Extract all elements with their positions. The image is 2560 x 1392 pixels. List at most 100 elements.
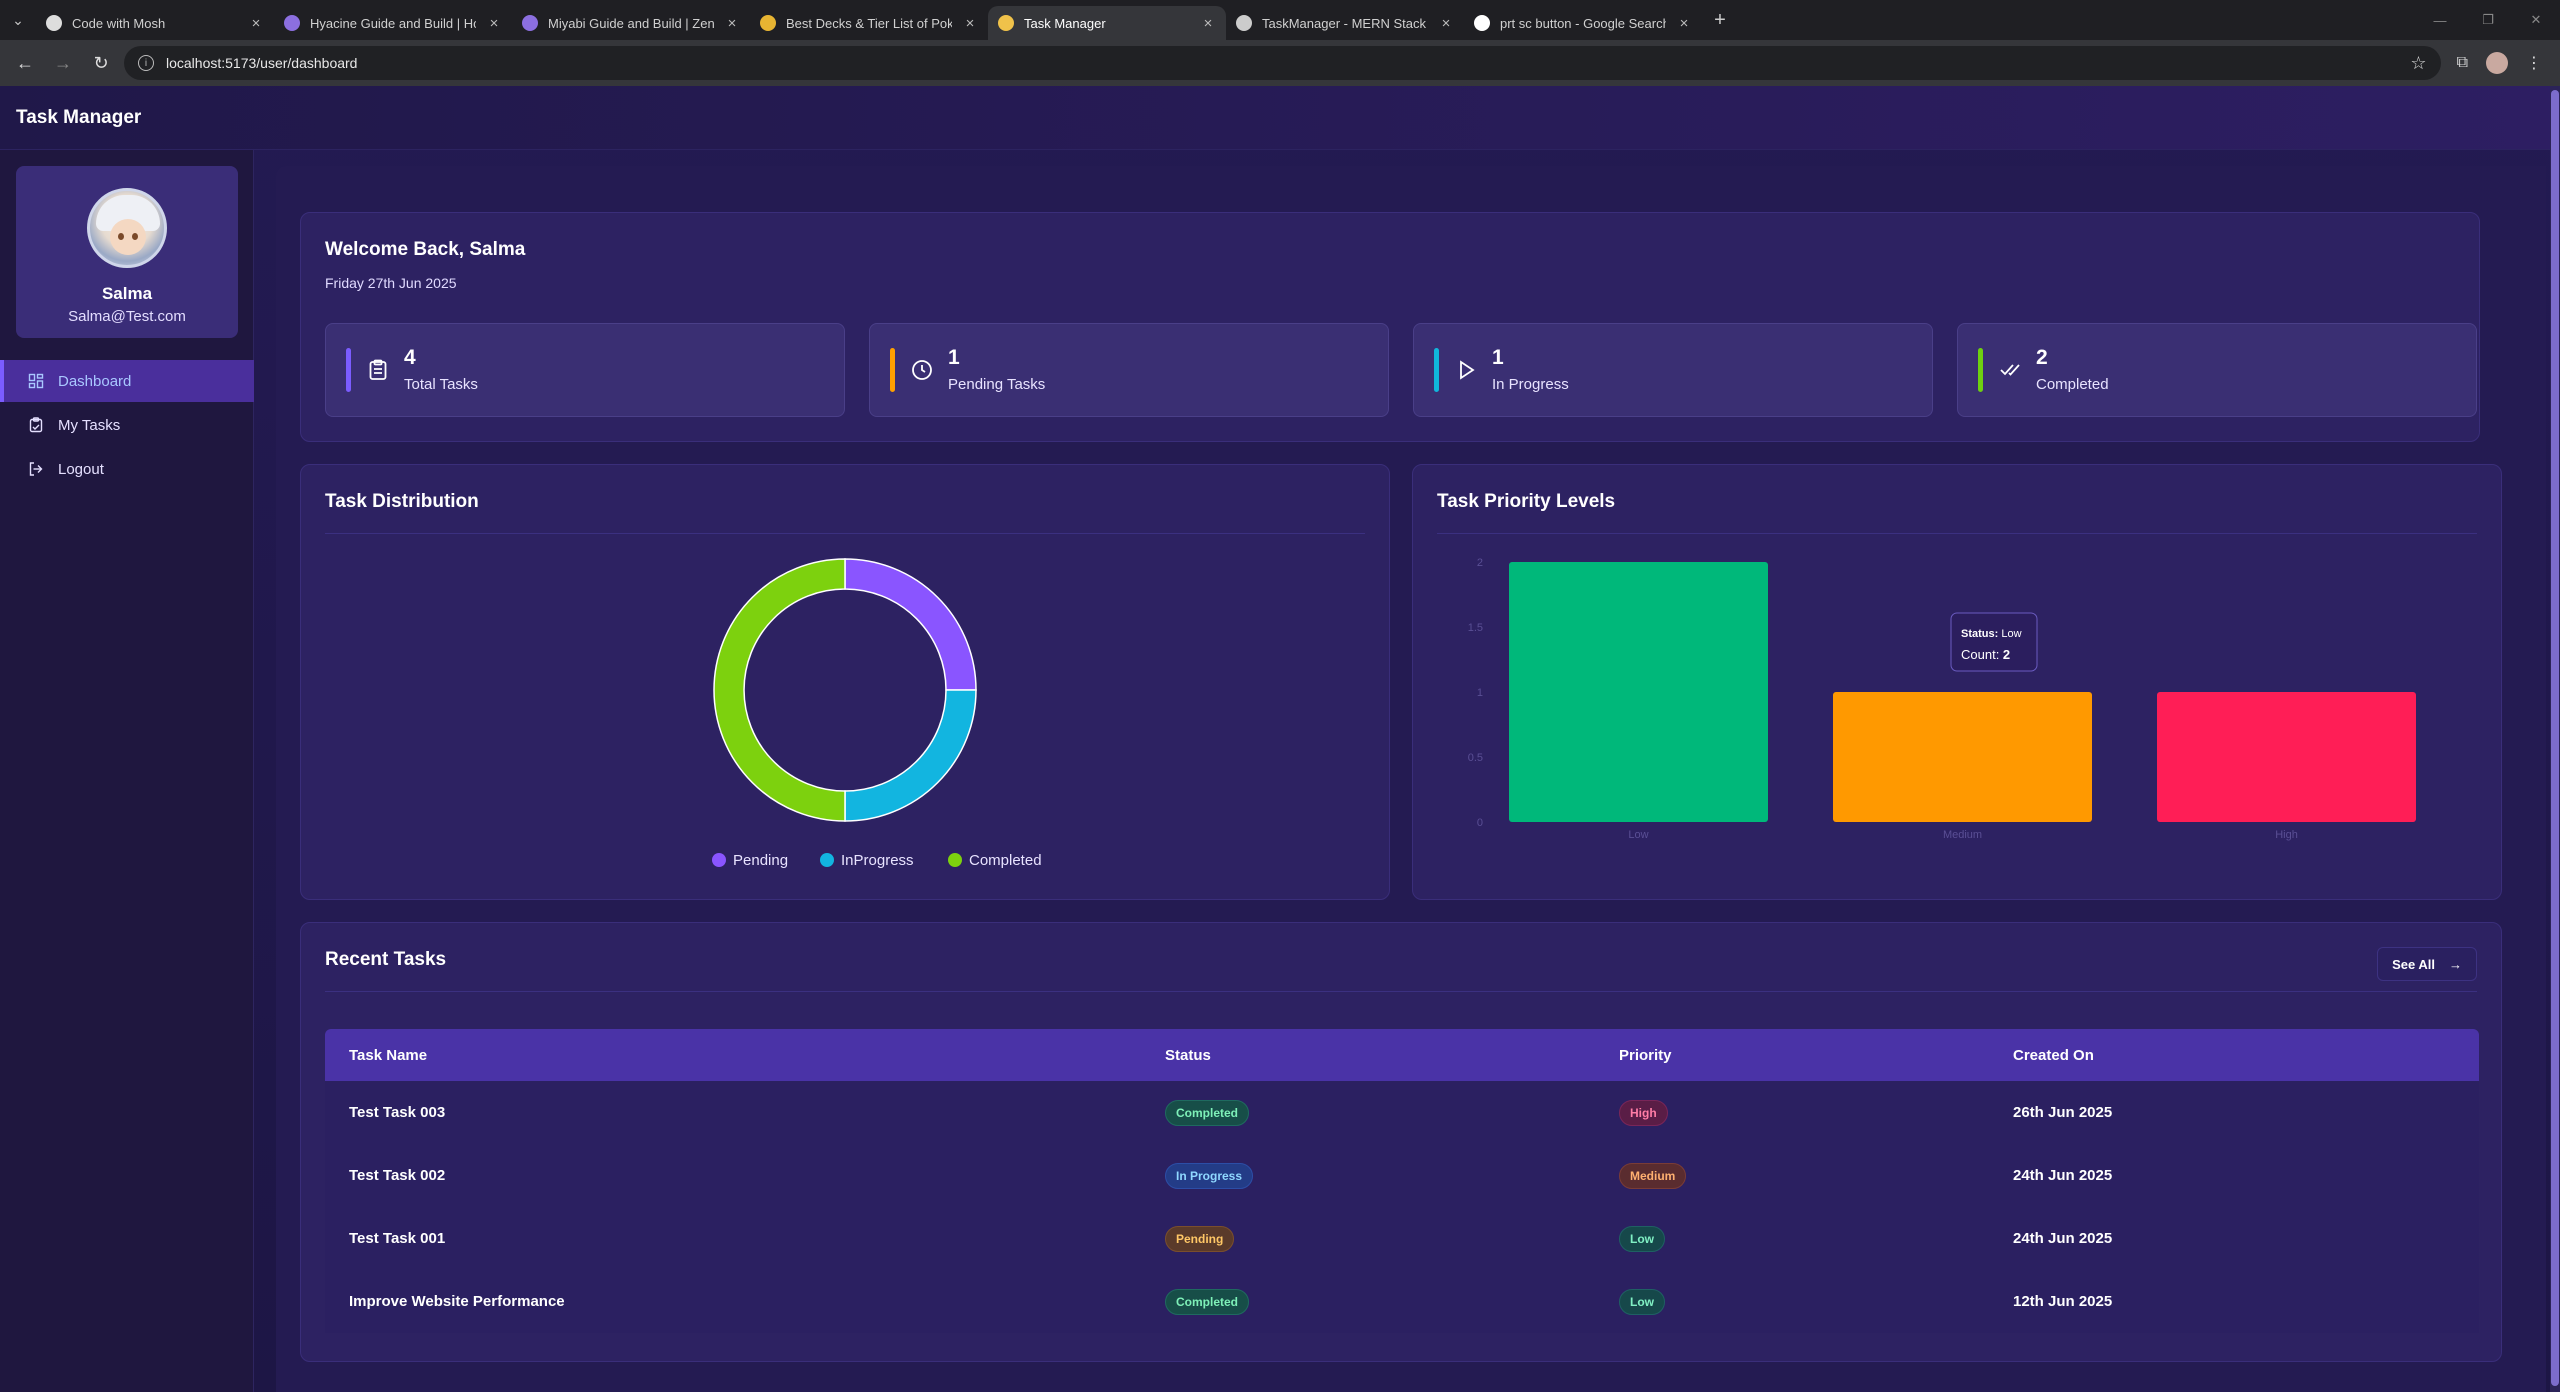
favicon-icon [46,15,62,31]
new-tab-button[interactable]: + [1702,9,1738,32]
side-nav: Dashboard My Tasks Logout [0,360,254,492]
tab-search-icon[interactable]: ⌄ [0,0,36,40]
site-info-icon[interactable]: i [138,55,154,71]
tab-label: prt sc button - Google Search [1500,15,1666,31]
y-tick-label: 2 [1477,557,1483,569]
stat-accent-bar [1434,348,1439,392]
tab-close-icon[interactable]: × [1676,15,1692,32]
sidebar-item-my-tasks[interactable]: My Tasks [0,404,254,446]
bookmark-star-icon[interactable]: ☆ [2410,53,2426,74]
avatar [87,188,167,268]
browser-tab[interactable]: Best Decks & Tier List of Pokém × [750,6,988,40]
close-window-icon[interactable]: ✕ [2512,0,2560,40]
created-date: 12th Jun 2025 [2013,1293,2113,1310]
back-icon[interactable]: ← [10,48,40,78]
sidebar-item-dashboard[interactable]: Dashboard [0,360,254,402]
browser-tab[interactable]: Code with Mosh × [36,6,274,40]
table-row[interactable]: Test Task 003 Completed High 26th Jun 20… [325,1081,2479,1144]
stat-value: 1 [1492,346,1504,369]
tooltip-count: Count: 2 [1961,647,2010,662]
stat-value: 2 [2036,346,2048,369]
divider [325,991,2477,992]
see-all-button[interactable]: See All → [2377,947,2477,981]
tab-label: Task Manager [1024,15,1106,31]
column-header-created-on: Created On [2013,1046,2094,1064]
task-distribution-card: Task Distribution Pending InProgress Compl… [300,464,1390,900]
table-row[interactable]: Test Task 002 In Progress Medium 24th Ju… [325,1144,2479,1207]
created-date: 24th Jun 2025 [2013,1167,2113,1184]
favicon-icon [1236,15,1252,31]
browser-tab[interactable]: prt sc button - Google Search × [1464,6,1702,40]
sidebar: Salma Salma@Test.com Dashboard My Tasks … [0,150,254,1392]
created-date: 24th Jun 2025 [2013,1230,2113,1247]
tab-close-icon[interactable]: × [486,15,502,32]
recent-tasks-card: Recent Tasks See All → Task Name Status … [300,922,2502,1362]
legend-label: Completed [969,852,1042,869]
address-bar[interactable]: i localhost:5173/user/dashboard ☆ [124,46,2441,80]
sidebar-item-label: Dashboard [58,372,132,390]
scrollbar-thumb[interactable] [2551,90,2559,1386]
tab-close-icon[interactable]: × [962,15,978,32]
browser-menu-icon[interactable]: ⋮ [2526,53,2542,73]
profile-name: Salma [101,284,153,303]
sidebar-item-label: My Tasks [58,416,121,434]
column-header-status: Status [1165,1046,1211,1064]
stat-accent-bar [890,348,895,392]
legend-swatch [948,853,962,867]
stat-value: 4 [404,346,416,369]
status-badge: Pending [1165,1225,1235,1252]
column-header-task-name: Task Name [349,1046,428,1064]
app-header: Task Manager [0,86,2560,150]
legend-swatch [712,853,726,867]
tab-close-icon[interactable]: × [1200,15,1216,32]
table-row[interactable]: Improve Website Performance Completed Lo… [325,1270,2479,1333]
tab-close-icon[interactable]: × [248,15,264,32]
sidebar-item-logout[interactable]: Logout [0,448,254,490]
donut-slice-inprogress [844,689,977,822]
tab-close-icon[interactable]: × [1438,15,1454,32]
priority-badge: Low [1619,1225,1665,1252]
bar-low [1509,562,1768,822]
bar-medium [1833,692,2092,822]
sidebar-item-label: Logout [58,460,104,478]
browser-profile-avatar[interactable] [2486,52,2508,74]
browser-tab-active[interactable]: Task Manager × [988,6,1226,40]
bar-chart: 0 0.5 1 1.5 2 Low Medium High Status: Low Count: … [1468,557,2416,841]
stat-card-in-progress: 1 In Progress [1413,323,1933,417]
stat-accent-bar [346,348,351,392]
clock-icon [912,360,932,380]
stat-card-pending: 1 Pending Tasks [869,323,1389,417]
arrow-right-icon: → [2449,956,2462,972]
main-content: Welcome Back, Salma Friday 27th Jun 2025… [276,166,2546,1392]
x-tick-label: Medium [1943,829,1982,841]
table-row[interactable]: Test Task 001 Pending Low 24th Jun 2025 [325,1207,2479,1270]
y-tick-label: 0.5 [1468,752,1483,764]
favicon-icon [760,15,776,31]
donut-slice-pending [844,558,977,691]
double-check-icon [2000,364,2020,376]
y-tick-label: 1.5 [1468,622,1483,634]
minimize-icon[interactable]: — [2416,0,2464,40]
clipboard-icon [29,417,43,433]
stat-label: Total Tasks [404,376,478,393]
reload-icon[interactable]: ↻ [86,48,116,78]
status-badge: Completed [1165,1099,1250,1126]
tooltip-box [1950,612,2038,672]
card-title: Recent Tasks [325,949,447,970]
favicon-icon [284,15,300,31]
tab-label: TaskManager - MERN Stack Pro [1262,15,1428,31]
extensions-icon[interactable]: ⧉ [2457,54,2468,72]
tab-close-icon[interactable]: × [724,15,740,32]
x-tick-label: Low [1628,829,1648,841]
forward-icon[interactable]: → [48,48,78,78]
priority-badge: Low [1619,1288,1665,1315]
clipboard-icon [369,359,387,380]
browser-tab[interactable]: Miyabi Guide and Build | Zenle × [512,6,750,40]
restore-icon[interactable]: ❐ [2464,0,2512,40]
task-name: Improve Website Performance [349,1293,565,1310]
priority-badge: High [1619,1099,1668,1126]
browser-tab[interactable]: Hyacine Guide and Build | Honk × [274,6,512,40]
tab-label: Best Decks & Tier List of Pokém [786,15,952,31]
scrollbar[interactable] [2550,86,2560,1392]
browser-tab[interactable]: TaskManager - MERN Stack Pro × [1226,6,1464,40]
